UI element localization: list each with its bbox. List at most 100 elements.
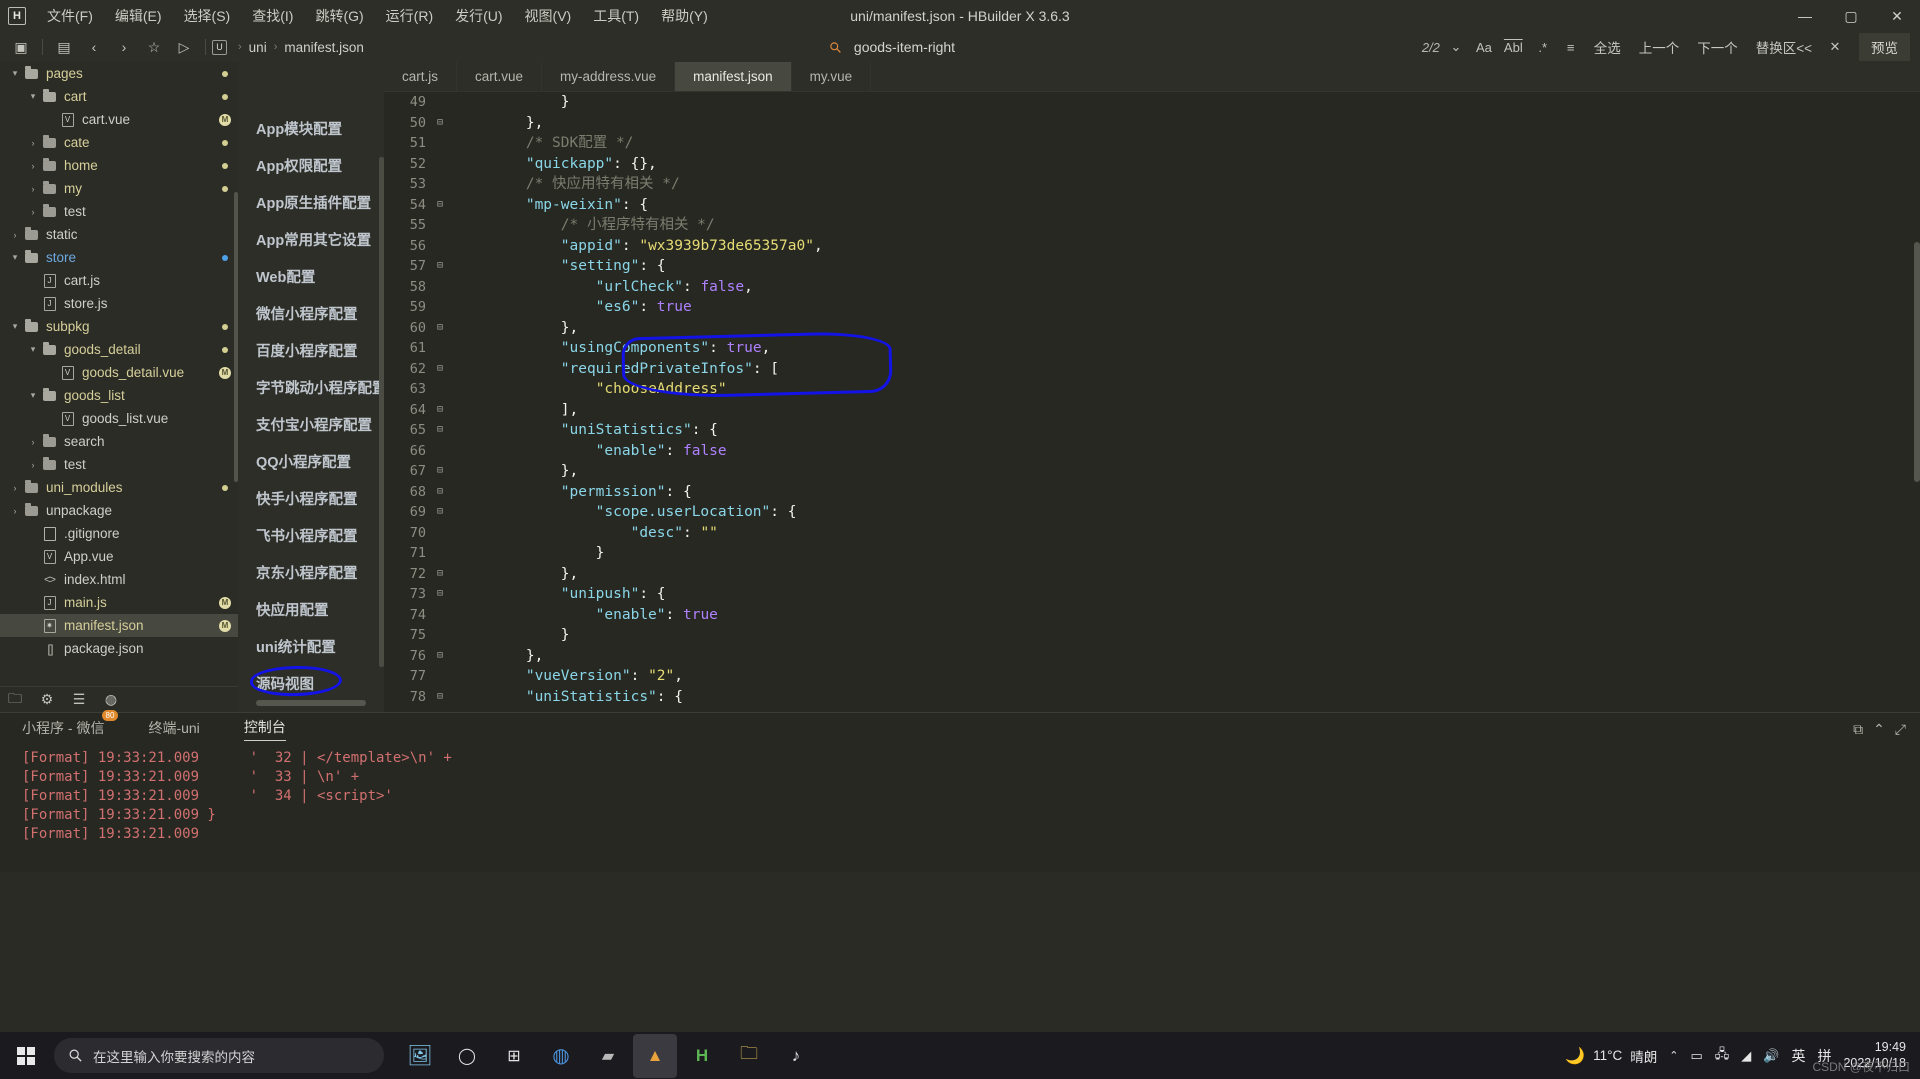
globe-icon[interactable]: ◍: [102, 691, 120, 708]
chevron-right-icon[interactable]: ›: [26, 437, 40, 447]
chevron-right-icon[interactable]: ›: [8, 230, 22, 240]
network-icon[interactable]: 🖧: [1715, 1045, 1730, 1067]
menu-run[interactable]: 运行(R): [375, 2, 444, 30]
chevron-right-icon[interactable]: ›: [26, 138, 40, 148]
sidebar-item-store[interactable]: ▾ store: [0, 246, 238, 269]
sidebar-item-goods-list[interactable]: ▾ goods_list: [0, 384, 238, 407]
fold-toggle-icon[interactable]: ⊟: [432, 461, 448, 482]
fold-toggle-icon[interactable]: ⊟: [432, 195, 448, 216]
config-baidu-miniprogram[interactable]: 百度小程序配置: [238, 332, 384, 369]
back-icon[interactable]: ‹: [81, 35, 107, 59]
console-tab-miniprogram[interactable]: 小程序 - 微信 80: [22, 709, 119, 741]
folder-icon[interactable]: 🗀: [6, 688, 24, 712]
select-all-button[interactable]: 全选: [1587, 36, 1628, 58]
menu-file[interactable]: 文件(F): [36, 2, 104, 30]
taskview-icon[interactable]: ◯: [445, 1034, 489, 1078]
start-button[interactable]: [0, 1032, 52, 1079]
find-input[interactable]: goods-item-right: [854, 39, 955, 55]
find-prev-button[interactable]: 上一个: [1632, 36, 1687, 58]
sidebar-item-goods-list-vue[interactable]: ›Vgoods_list.vue: [0, 407, 238, 430]
match-case-icon[interactable]: Aa: [1472, 36, 1496, 58]
whole-word-icon[interactable]: Abl: [1500, 36, 1527, 58]
explorer-icon[interactable]: 🗀: [727, 1034, 771, 1078]
config-app-other[interactable]: App常用其它设置: [238, 221, 384, 258]
fold-toggle-icon[interactable]: ⊟: [432, 502, 448, 523]
menu-edit[interactable]: 编辑(E): [104, 2, 173, 30]
code-content[interactable]: 49 } 50 ⊟ }, 51 /* SDK配置 */52 "quickapp": {…: [384, 92, 1920, 712]
run-icon[interactable]: ▷: [171, 35, 197, 59]
taskbar-search-box[interactable]: 在这里输入你要搜索的内容: [54, 1038, 384, 1073]
collapse-icon[interactable]: ⌃: [1873, 721, 1885, 738]
debug-icon[interactable]: ⚙: [38, 691, 56, 708]
chevron-right-icon[interactable]: ›: [8, 483, 22, 493]
close-button[interactable]: ✕: [1874, 0, 1920, 32]
config-web[interactable]: Web配置: [238, 258, 384, 295]
sidebar-item-unpackage[interactable]: › unpackage: [0, 499, 238, 522]
tab-cart-js[interactable]: cart.js: [384, 62, 458, 91]
weather-widget[interactable]: 🌙 11°C 晴朗: [1565, 1046, 1657, 1066]
sidebar-item-test-pages[interactable]: › test: [0, 200, 238, 223]
sidebar-item-test-subpkg[interactable]: › test: [0, 453, 238, 476]
find-in-selection-icon[interactable]: ≡: [1559, 36, 1583, 58]
sidebar-item-goods-detail[interactable]: ▾ goods_detail: [0, 338, 238, 361]
fold-toggle-icon[interactable]: ⊟: [432, 400, 448, 421]
sidebar-item-store-js[interactable]: ›Jstore.js: [0, 292, 238, 315]
config-source-view[interactable]: 源码视图: [238, 665, 384, 702]
breadcrumb-project[interactable]: uni: [249, 40, 267, 55]
sidebar-item-search[interactable]: › search: [0, 430, 238, 453]
chevron-down-icon[interactable]: ▾: [26, 344, 40, 355]
sidebar-item-pages[interactable]: ▾ pages: [0, 62, 238, 85]
menu-tools[interactable]: 工具(T): [582, 2, 650, 30]
ime-language[interactable]: 英: [1791, 1046, 1805, 1066]
menu-find[interactable]: 查找(I): [241, 2, 304, 30]
sidebar-item-subpkg[interactable]: ▾ subpkg: [0, 315, 238, 338]
config-qq-miniprogram[interactable]: QQ小程序配置: [238, 443, 384, 480]
fold-toggle-icon[interactable]: ⊟: [432, 584, 448, 605]
chevron-right-icon[interactable]: ›: [26, 460, 40, 470]
sidebar-item-index-html[interactable]: ›<>index.html: [0, 568, 238, 591]
fold-toggle-icon[interactable]: ⊟: [432, 420, 448, 441]
breadcrumb-file[interactable]: manifest.json: [284, 40, 364, 55]
tab-manifest-json[interactable]: manifest.json: [675, 62, 792, 91]
close-find-icon[interactable]: ✕: [1823, 36, 1847, 58]
sidebar-item-manifest-json[interactable]: ›✷manifest.jsonM: [0, 614, 238, 637]
preview-button[interactable]: 预览: [1859, 33, 1910, 61]
console-tab-console[interactable]: 控制台: [243, 717, 286, 741]
hbuilderx-icon[interactable]: H: [680, 1034, 724, 1078]
terminal-icon[interactable]: ▰: [586, 1034, 630, 1078]
console-tab-terminal[interactable]: 终端-uni: [148, 718, 199, 741]
sidebar-item-package-json[interactable]: ›[ ]package.json: [0, 637, 238, 660]
sidebar-item-main-js[interactable]: ›Jmain.jsM: [0, 591, 238, 614]
sidebar-item-static[interactable]: › static: [0, 223, 238, 246]
chevron-down-icon[interactable]: ▾: [8, 252, 22, 263]
forward-icon[interactable]: ›: [111, 35, 137, 59]
fold-toggle-icon[interactable]: ⊟: [432, 564, 448, 585]
sidebar-item-home[interactable]: › home: [0, 154, 238, 177]
sidebar-item-uni-modules[interactable]: › uni_modules: [0, 476, 238, 499]
battery-icon[interactable]: ▭: [1690, 1048, 1702, 1064]
sidebar-item-cart-folder[interactable]: ▾ cart: [0, 85, 238, 108]
config-app-native-plugin[interactable]: App原生插件配置: [238, 184, 384, 221]
config-app-permission[interactable]: App权限配置: [238, 147, 384, 184]
wifi-icon[interactable]: ◢: [1741, 1048, 1751, 1064]
chevron-right-icon[interactable]: ›: [8, 506, 22, 516]
widgets-icon[interactable]: ⊞: [492, 1034, 536, 1078]
sidebar-item-cart-vue[interactable]: ›Vcart.vueM: [0, 108, 238, 131]
export-icon[interactable]: ⧉: [1853, 721, 1863, 738]
config-app-module[interactable]: App模块配置: [238, 110, 384, 147]
chevron-down-icon[interactable]: ⌄: [1444, 36, 1468, 58]
chevron-down-icon[interactable]: ▾: [8, 321, 22, 332]
config-uni-statistics[interactable]: uni统计配置: [238, 628, 384, 665]
sidebar-item-my[interactable]: › my: [0, 177, 238, 200]
menu-goto[interactable]: 跳转(G): [304, 2, 374, 30]
chevron-down-icon[interactable]: ▾: [8, 68, 22, 79]
taskbar-photos-icon[interactable]: 🖼: [398, 1034, 442, 1078]
config-alipay-miniprogram[interactable]: 支付宝小程序配置: [238, 406, 384, 443]
config-quickapp[interactable]: 快应用配置: [238, 591, 384, 628]
find-next-button[interactable]: 下一个: [1690, 36, 1745, 58]
expand-icon[interactable]: ⤢: [1895, 721, 1906, 738]
maximize-button[interactable]: ▢: [1828, 0, 1874, 32]
sidebar-item-goods-detail-vue[interactable]: ›Vgoods_detail.vueM: [0, 361, 238, 384]
fold-toggle-icon[interactable]: ⊟: [432, 318, 448, 339]
chevron-up-icon[interactable]: ⌃: [1669, 1049, 1678, 1062]
